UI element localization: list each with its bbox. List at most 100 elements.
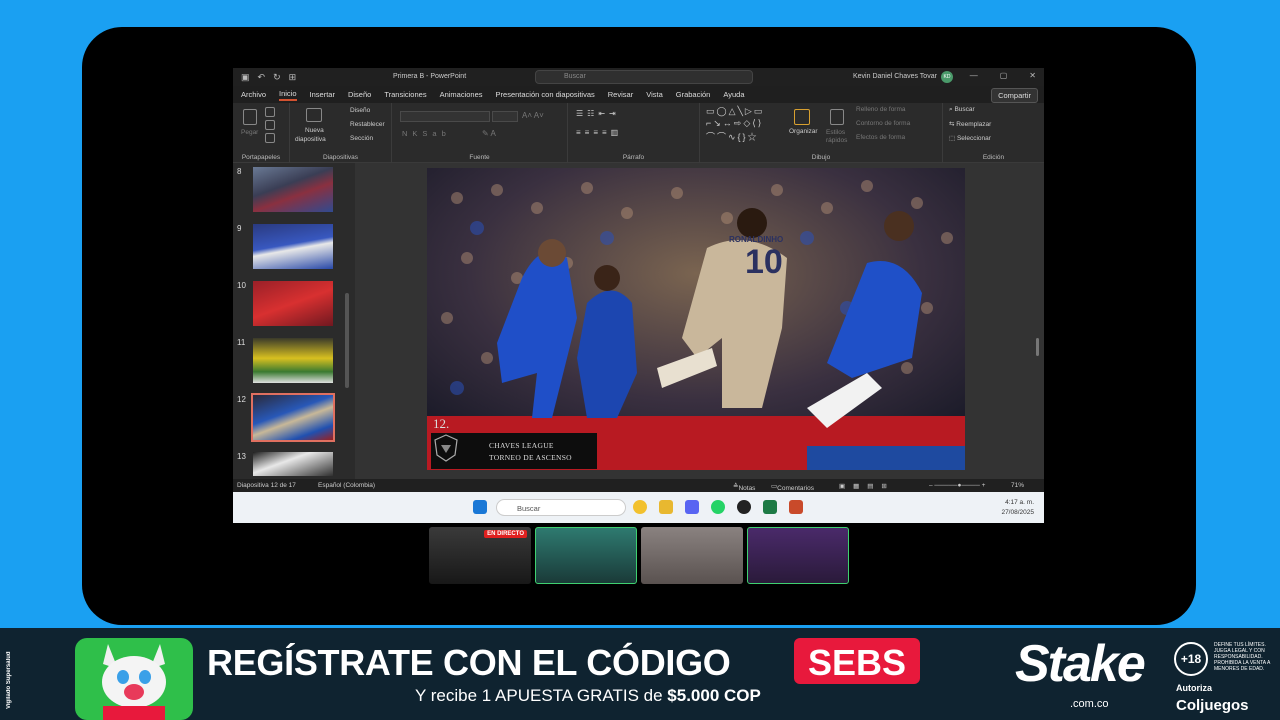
shape-outline-button[interactable]: Contorno de forma	[856, 120, 910, 127]
obs-icon[interactable]	[737, 500, 751, 514]
camera-feed-1[interactable]: EN DIRECTO	[429, 527, 531, 584]
comments-label: Comentarios	[777, 485, 815, 492]
quick-styles-icon[interactable]	[830, 109, 844, 125]
tab-animaciones[interactable]: Animaciones	[440, 90, 483, 99]
save-icon[interactable]: ▣	[241, 72, 250, 83]
font-format-buttons[interactable]: NKSab	[402, 129, 451, 138]
font-size-field[interactable]	[492, 111, 518, 122]
minimize-button[interactable]: —	[970, 71, 978, 80]
powerpoint-window: ▣ ↶ ↻ ⊞ Primera B - PowerPoint Buscar Ke…	[233, 68, 1044, 523]
select-button[interactable]: ⬚ Seleccionar	[949, 134, 991, 142]
scrollbar-thumb[interactable]	[1036, 338, 1039, 356]
shapes-gallery-row3[interactable]: ⌒⌒∿{}☆	[706, 130, 759, 143]
windows-start-icon[interactable]	[473, 500, 487, 514]
group-parrafo: ☰☷⇤⇥ ≡≡≡≡▥ Párrafo	[568, 103, 700, 163]
tab-diseno[interactable]: Diseño	[348, 90, 371, 99]
comments-button[interactable]: ▭ Comentarios	[771, 482, 814, 492]
redo-icon[interactable]: ↻	[273, 72, 281, 83]
find-button[interactable]: ⌕ Buscar	[949, 106, 975, 114]
status-bar: Diapositiva 12 de 17 Español (Colombia) …	[233, 479, 1044, 492]
thumbnail-row[interactable]: 12	[233, 393, 351, 442]
tab-ayuda[interactable]: Ayuda	[723, 90, 744, 99]
slide-thumbnails-panel: 8 9 10 11 12 13	[233, 163, 355, 479]
section-button[interactable]: Sección	[350, 135, 373, 142]
taskbar-clock[interactable]: 4:17 a. m. 27/08/2025	[1001, 498, 1034, 518]
mascot-image	[75, 638, 193, 720]
tab-presentacion[interactable]: Presentación con diapositivas	[496, 90, 595, 99]
thumbnail-number: 12	[237, 395, 246, 404]
group-dibujo: ▭◯△╲▷▭ ⌐↘↔⇨◇⟨⟩ ⌒⌒∿{}☆ Organizar Estilos …	[700, 103, 943, 163]
arrange-label[interactable]: Organizar	[789, 128, 818, 135]
group-label: Diapositivas	[322, 154, 359, 161]
taskbar-search[interactable]: Buscar	[496, 499, 626, 516]
coljuegos-logo: Coljuegos	[1176, 697, 1249, 714]
quick-styles-line1[interactable]: Estilos	[826, 129, 845, 136]
reset-button[interactable]: Restablecer	[350, 121, 385, 128]
copy-icon[interactable]	[265, 120, 275, 130]
align-buttons[interactable]: ≡≡≡≡▥	[576, 128, 622, 137]
tab-inicio[interactable]: Inicio	[279, 89, 297, 101]
present-icon[interactable]: ⊞	[289, 72, 297, 83]
shapes-gallery[interactable]: ▭◯△╲▷▭	[706, 106, 764, 117]
font-family-field[interactable]	[400, 111, 490, 122]
paste-icon[interactable]	[243, 109, 257, 125]
new-slide-icon[interactable]	[306, 108, 322, 122]
thumbnail-scrollbar[interactable]	[345, 293, 349, 388]
replace-button[interactable]: ⇆ Reemplazar	[949, 120, 991, 128]
close-button[interactable]: ✕	[1029, 71, 1036, 80]
tab-vista[interactable]: Vista	[646, 90, 663, 99]
file-explorer-icon[interactable]	[659, 500, 673, 514]
quick-access-toolbar: ▣ ↶ ↻ ⊞	[241, 72, 296, 83]
notes-button[interactable]: ≙ Notas	[733, 482, 755, 492]
tab-insertar[interactable]: Insertar	[310, 90, 335, 99]
thumbnail-row[interactable]: 11	[233, 338, 351, 385]
shape-fill-button[interactable]: Relleno de forma	[856, 106, 906, 113]
font-color-icon[interactable]: ✎ A	[482, 129, 496, 138]
arrange-icon[interactable]	[794, 109, 810, 125]
cut-icon[interactable]	[265, 107, 275, 117]
powerpoint-icon[interactable]	[789, 500, 803, 514]
legal-disclaimer: DEFINE TUS LÍMITES. JUEGA LEGAL Y CON RE…	[1214, 642, 1271, 672]
jersey-name: RONALDINHO	[729, 235, 783, 244]
camera-feed-3[interactable]	[641, 527, 743, 584]
font-grow-icon[interactable]: A˄ A˅	[522, 111, 544, 120]
thumbnail-row[interactable]: 10	[233, 281, 351, 328]
zoom-slider[interactable]: – ─────●──── +	[929, 482, 985, 489]
thumbnail-image	[253, 338, 333, 383]
maximize-button[interactable]: ▢	[1000, 71, 1008, 80]
vigilado-label: Vigilado Supersalud	[6, 651, 12, 709]
group-label: Fuente	[469, 154, 490, 161]
document-title: Primera B - PowerPoint	[393, 73, 467, 80]
thumbnail-row[interactable]: 8	[233, 167, 351, 214]
undo-icon[interactable]: ↶	[258, 72, 266, 83]
view-buttons[interactable]: ▣▦▤⊞	[839, 482, 895, 490]
thumbnail-image-selected	[251, 393, 335, 442]
discord-icon[interactable]	[685, 500, 699, 514]
shape-effects-button[interactable]: Efectos de forma	[856, 134, 905, 141]
group-label: Párrafo	[622, 154, 645, 161]
camera-feed-2[interactable]	[535, 527, 637, 584]
league-crest-icon	[434, 434, 458, 462]
search-box[interactable]: Buscar	[535, 70, 753, 84]
tab-revisar[interactable]: Revisar	[608, 90, 633, 99]
replace-label: Reemplazar	[956, 121, 992, 128]
layout-button[interactable]: Diseño	[350, 107, 370, 114]
tab-transiciones[interactable]: Transiciones	[384, 90, 426, 99]
share-button[interactable]: Compartir	[991, 88, 1038, 103]
thumbnail-row[interactable]: 9	[233, 224, 351, 271]
zoom-level[interactable]: 71%	[1011, 482, 1024, 489]
list-buttons[interactable]: ☰☷⇤⇥	[576, 109, 620, 118]
thumbnail-number: 11	[237, 338, 246, 347]
tab-archivo[interactable]: Archivo	[241, 90, 266, 99]
excel-icon[interactable]	[763, 500, 777, 514]
language-indicator[interactable]: Español (Colombia)	[318, 482, 375, 489]
quick-styles-line2[interactable]: rápidos	[826, 137, 847, 144]
camera-feed-4[interactable]	[747, 527, 849, 584]
format-painter-icon[interactable]	[265, 133, 275, 143]
tab-grabacion[interactable]: Grabación	[676, 90, 711, 99]
whatsapp-icon[interactable]	[711, 500, 725, 514]
avatar[interactable]: KD	[941, 71, 953, 83]
shapes-gallery-row2[interactable]: ⌐↘↔⇨◇⟨⟩	[706, 118, 763, 129]
chrome-icon[interactable]	[633, 500, 647, 514]
slide-scrollbar[interactable]	[1035, 163, 1041, 479]
